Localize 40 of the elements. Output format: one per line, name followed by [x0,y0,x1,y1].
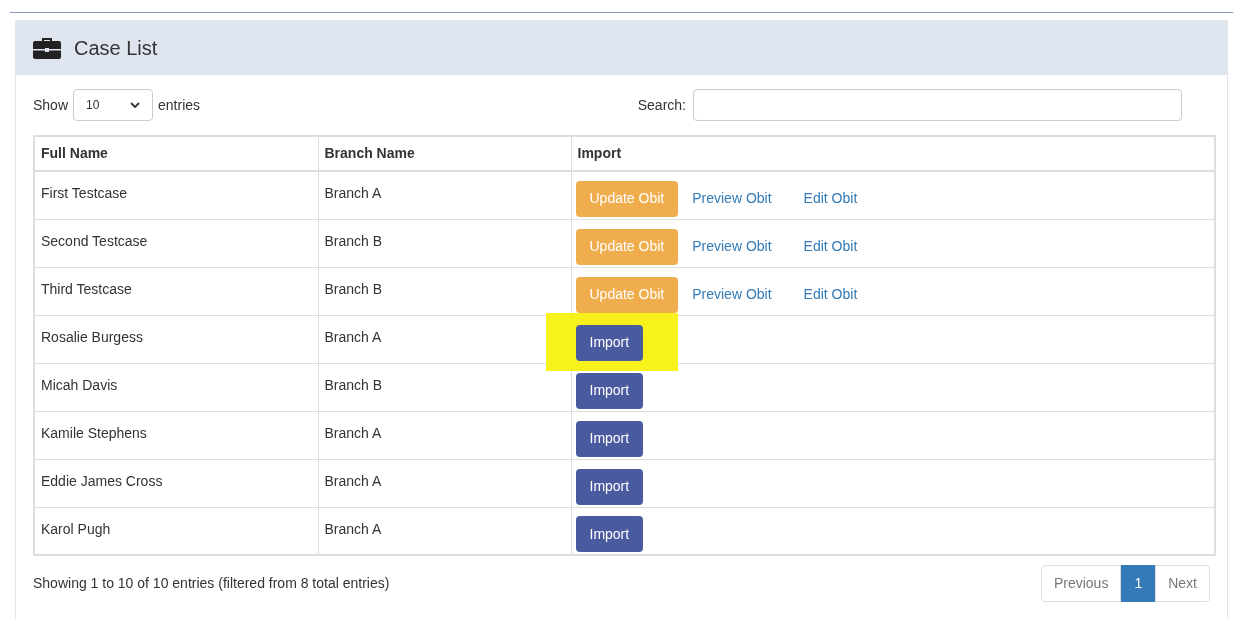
edit-link[interactable]: Edit Obit [803,188,858,209]
import-button[interactable]: Import [575,468,644,505]
preview-link[interactable]: Preview Obit [692,284,772,305]
table-cell: Eddie James Cross [34,459,318,507]
import-button[interactable]: Import [575,324,644,361]
import-button[interactable]: Import [575,372,644,409]
panel-title: Case List [74,36,158,61]
show-label: Show [33,95,69,115]
table-cell: Branch A [318,507,571,555]
table-cell: Karol Pugh [34,507,318,555]
table-cell: Branch A [318,171,571,219]
column-header: Branch Name [318,136,571,171]
table-cell: Branch B [318,219,571,267]
edit-link[interactable]: Edit Obit [803,236,858,257]
table-info: Showing 1 to 10 of 10 entries (filtered from 8 total entries) [33,574,390,593]
page-button[interactable]: Next [1155,565,1210,602]
table-cell: Kamile Stephens [34,411,318,459]
table-cell: Second Testcase [34,219,318,267]
column-header: Full Name [34,136,318,171]
preview-link[interactable]: Preview Obit [692,188,772,209]
preview-link[interactable]: Preview Obit [692,236,772,257]
import-button[interactable]: Import [575,420,644,457]
page-button[interactable]: Previous [1040,565,1122,602]
page-button[interactable]: 1 [1121,565,1156,602]
briefcase-icon [32,36,62,60]
table-cell: Branch B [318,363,571,411]
search-label: Search: [637,95,686,115]
import-button[interactable]: Import [575,516,644,552]
table-cell: Micah Davis [34,363,318,411]
entries-select[interactable]: 10 [73,89,154,121]
table-cell: Third Testcase [34,267,318,315]
edit-link[interactable]: Edit Obit [803,284,858,305]
table-cell: Branch A [318,411,571,459]
entries-label: entries [158,95,201,115]
chevron-down-icon [130,101,141,109]
column-header: Import [571,136,1215,171]
table-cell: Branch A [318,459,571,507]
table-cell: First Testcase [34,171,318,219]
table-cell: Rosalie Burgess [34,315,318,363]
search-field[interactable] [693,89,1182,121]
